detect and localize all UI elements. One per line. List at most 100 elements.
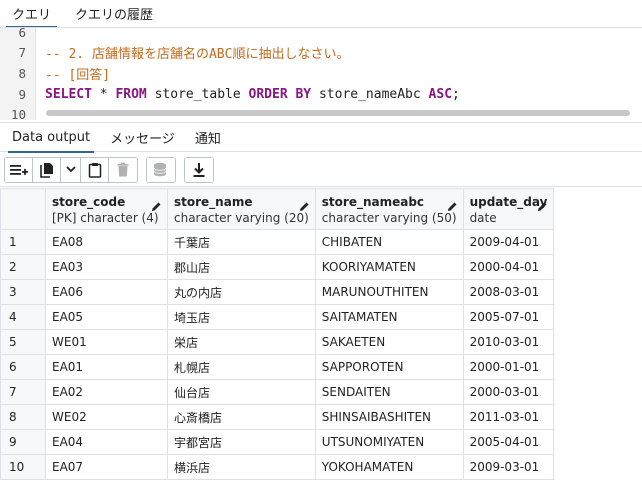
grid-cell[interactable]: UTSUNOMIYATEN bbox=[314, 429, 464, 455]
table-row[interactable]: 5 WE01 栄店 SAKAETEN 2010-03-01 bbox=[0, 329, 555, 355]
pencil-icon[interactable] bbox=[151, 201, 162, 212]
grid-cell[interactable]: 郡山店 bbox=[167, 254, 316, 280]
tab-notifications[interactable]: 通知 bbox=[187, 122, 229, 152]
grid-cell[interactable]: 札幌店 bbox=[167, 354, 316, 380]
row-number-cell[interactable]: 3 bbox=[0, 279, 46, 305]
grid-cell[interactable]: CHIBATEN bbox=[314, 229, 464, 255]
row-number: 2 bbox=[9, 260, 17, 274]
grid-cell[interactable]: 2009-03-01 bbox=[462, 454, 555, 480]
grid-cell[interactable]: WE01 bbox=[45, 329, 168, 355]
grid-cell[interactable]: 横浜店 bbox=[167, 454, 316, 480]
grid-cell[interactable]: MARUNOUTHITEN bbox=[314, 279, 464, 305]
download-button[interactable] bbox=[185, 157, 213, 182]
grid-cell[interactable]: SAKAETEN bbox=[314, 329, 464, 355]
grid-cell[interactable]: EA05 bbox=[45, 304, 168, 330]
cell-value: EA06 bbox=[52, 285, 84, 299]
grid-cell[interactable]: 丸の内店 bbox=[167, 279, 316, 305]
grid-cell[interactable]: SHINSAIBASHITEN bbox=[314, 404, 464, 430]
grid-cell[interactable]: 2010-03-01 bbox=[462, 329, 555, 355]
code-line: 8 -- [回答] bbox=[0, 63, 642, 84]
column-header-store-nameabc[interactable]: store_nameabc character varying (50) bbox=[314, 188, 464, 230]
paste-button[interactable] bbox=[81, 157, 109, 182]
grid-cell[interactable]: EA04 bbox=[45, 429, 168, 455]
row-number: 8 bbox=[9, 410, 17, 424]
grid-cell[interactable]: EA07 bbox=[45, 454, 168, 480]
table-row[interactable]: 4 EA05 埼玉店 SAITAMATEN 2005-07-01 bbox=[0, 304, 555, 330]
cell-value: SAPPOROTEN bbox=[321, 360, 404, 374]
table-row[interactable]: 6 EA01 札幌店 SAPPOROTEN 2000-01-01 bbox=[0, 354, 555, 380]
grid-cell[interactable]: EA06 bbox=[45, 279, 168, 305]
sql-text: store_nameAbc bbox=[311, 87, 429, 102]
grid-cell[interactable]: 宇都宮店 bbox=[167, 429, 316, 455]
grid-cell[interactable]: YOKOHAMATEN bbox=[314, 454, 464, 480]
cell-value: 2008-03-01 bbox=[469, 285, 540, 299]
table-row[interactable]: 9 EA04 宇都宮店 UTSUNOMIYATEN 2005-04-01 bbox=[0, 429, 555, 455]
grid-cell[interactable]: WE02 bbox=[45, 404, 168, 430]
grid-cell[interactable]: 2011-03-01 bbox=[462, 404, 555, 430]
grid-cell[interactable]: EA02 bbox=[45, 379, 168, 405]
row-number-header[interactable] bbox=[0, 188, 46, 230]
grid-cell[interactable]: KOORIYAMATEN bbox=[314, 254, 464, 280]
sql-keyword: ORDER BY bbox=[248, 87, 312, 102]
grid-cell[interactable]: 2000-04-01 bbox=[462, 254, 555, 280]
column-header-store-name[interactable]: store_name character varying (20) bbox=[167, 188, 316, 230]
download-icon bbox=[193, 162, 205, 177]
grid-cell[interactable]: 仙台店 bbox=[167, 379, 316, 405]
add-row-button[interactable] bbox=[5, 157, 33, 182]
grid-cell[interactable]: 2000-01-01 bbox=[462, 354, 555, 380]
save-data-button[interactable] bbox=[147, 157, 175, 182]
row-number-cell[interactable]: 5 bbox=[0, 329, 46, 355]
pencil-icon[interactable] bbox=[537, 201, 548, 212]
copy-options-dropdown[interactable] bbox=[61, 157, 81, 182]
sql-editor[interactable]: 6 7 -- 2. 店舗情報を店舗名のABC順に抽出しなさい。 8 -- [回答… bbox=[0, 25, 642, 122]
grid-cell[interactable]: 千葉店 bbox=[167, 229, 316, 255]
grid-cell[interactable]: 2005-04-01 bbox=[462, 429, 555, 455]
grid-cell[interactable]: 埼玉店 bbox=[167, 304, 316, 330]
row-number-cell[interactable]: 9 bbox=[0, 429, 46, 455]
table-row[interactable]: 2 EA03 郡山店 KOORIYAMATEN 2000-04-01 bbox=[0, 254, 555, 280]
column-header-store-code[interactable]: store_code [PK] character (4) bbox=[45, 188, 168, 230]
pencil-icon[interactable] bbox=[299, 201, 310, 212]
copy-button[interactable] bbox=[33, 157, 61, 182]
tab-data-output[interactable]: Data output bbox=[4, 122, 98, 153]
table-row[interactable]: 7 EA02 仙台店 SENDAITEN 2000-03-01 bbox=[0, 379, 555, 405]
grid-cell[interactable]: SAITAMATEN bbox=[314, 304, 464, 330]
row-number-cell[interactable]: 10 bbox=[0, 454, 46, 480]
result-grid: store_code [PK] character (4) store_name… bbox=[0, 188, 555, 480]
row-number-cell[interactable]: 7 bbox=[0, 379, 46, 405]
cell-value: 郡山店 bbox=[174, 260, 211, 275]
cell-value: KOORIYAMATEN bbox=[321, 260, 416, 274]
row-number-cell[interactable]: 2 bbox=[0, 254, 46, 280]
grid-cell[interactable]: 栄店 bbox=[167, 329, 316, 355]
grid-cell[interactable]: 心斎橋店 bbox=[167, 404, 316, 430]
row-number-cell[interactable]: 8 bbox=[0, 404, 46, 430]
grid-cell[interactable]: SENDAITEN bbox=[314, 379, 464, 405]
table-row[interactable]: 8 WE02 心斎橋店 SHINSAIBASHITEN 2011-03-01 bbox=[0, 404, 555, 430]
grid-cell[interactable]: 2009-04-01 bbox=[462, 229, 555, 255]
table-row[interactable]: 10 EA07 横浜店 YOKOHAMATEN 2009-03-01 bbox=[0, 454, 555, 480]
column-header-update-day[interactable]: update_day date bbox=[462, 188, 555, 230]
sql-keyword: SELECT bbox=[45, 87, 92, 102]
delete-button[interactable] bbox=[109, 157, 137, 182]
cell-value: 千葉店 bbox=[174, 235, 211, 250]
pencil-icon[interactable] bbox=[447, 201, 458, 212]
horizontal-scrollbar[interactable] bbox=[46, 110, 630, 116]
grid-cell[interactable]: EA03 bbox=[45, 254, 168, 280]
grid-cell[interactable]: 2008-03-01 bbox=[462, 279, 555, 305]
grid-cell[interactable]: EA01 bbox=[45, 354, 168, 380]
row-number-cell[interactable]: 1 bbox=[0, 229, 46, 255]
paste-icon bbox=[88, 162, 101, 178]
tab-messages[interactable]: メッセージ bbox=[102, 122, 183, 152]
sql-text: store_table bbox=[146, 87, 249, 102]
grid-cell[interactable]: EA08 bbox=[45, 229, 168, 255]
table-row[interactable]: 1 EA08 千葉店 CHIBATEN 2009-04-01 bbox=[0, 229, 555, 255]
table-row[interactable]: 3 EA06 丸の内店 MARUNOUTHITEN 2008-03-01 bbox=[0, 279, 555, 305]
row-number-cell[interactable]: 6 bbox=[0, 354, 46, 380]
grid-cell[interactable]: 2005-07-01 bbox=[462, 304, 555, 330]
cell-value: 埼玉店 bbox=[174, 310, 211, 325]
grid-cell[interactable]: SAPPOROTEN bbox=[314, 354, 464, 380]
cell-value: WE01 bbox=[52, 335, 87, 349]
row-number-cell[interactable]: 4 bbox=[0, 304, 46, 330]
grid-cell[interactable]: 2000-03-01 bbox=[462, 379, 555, 405]
cell-value: 2000-01-01 bbox=[469, 360, 540, 374]
